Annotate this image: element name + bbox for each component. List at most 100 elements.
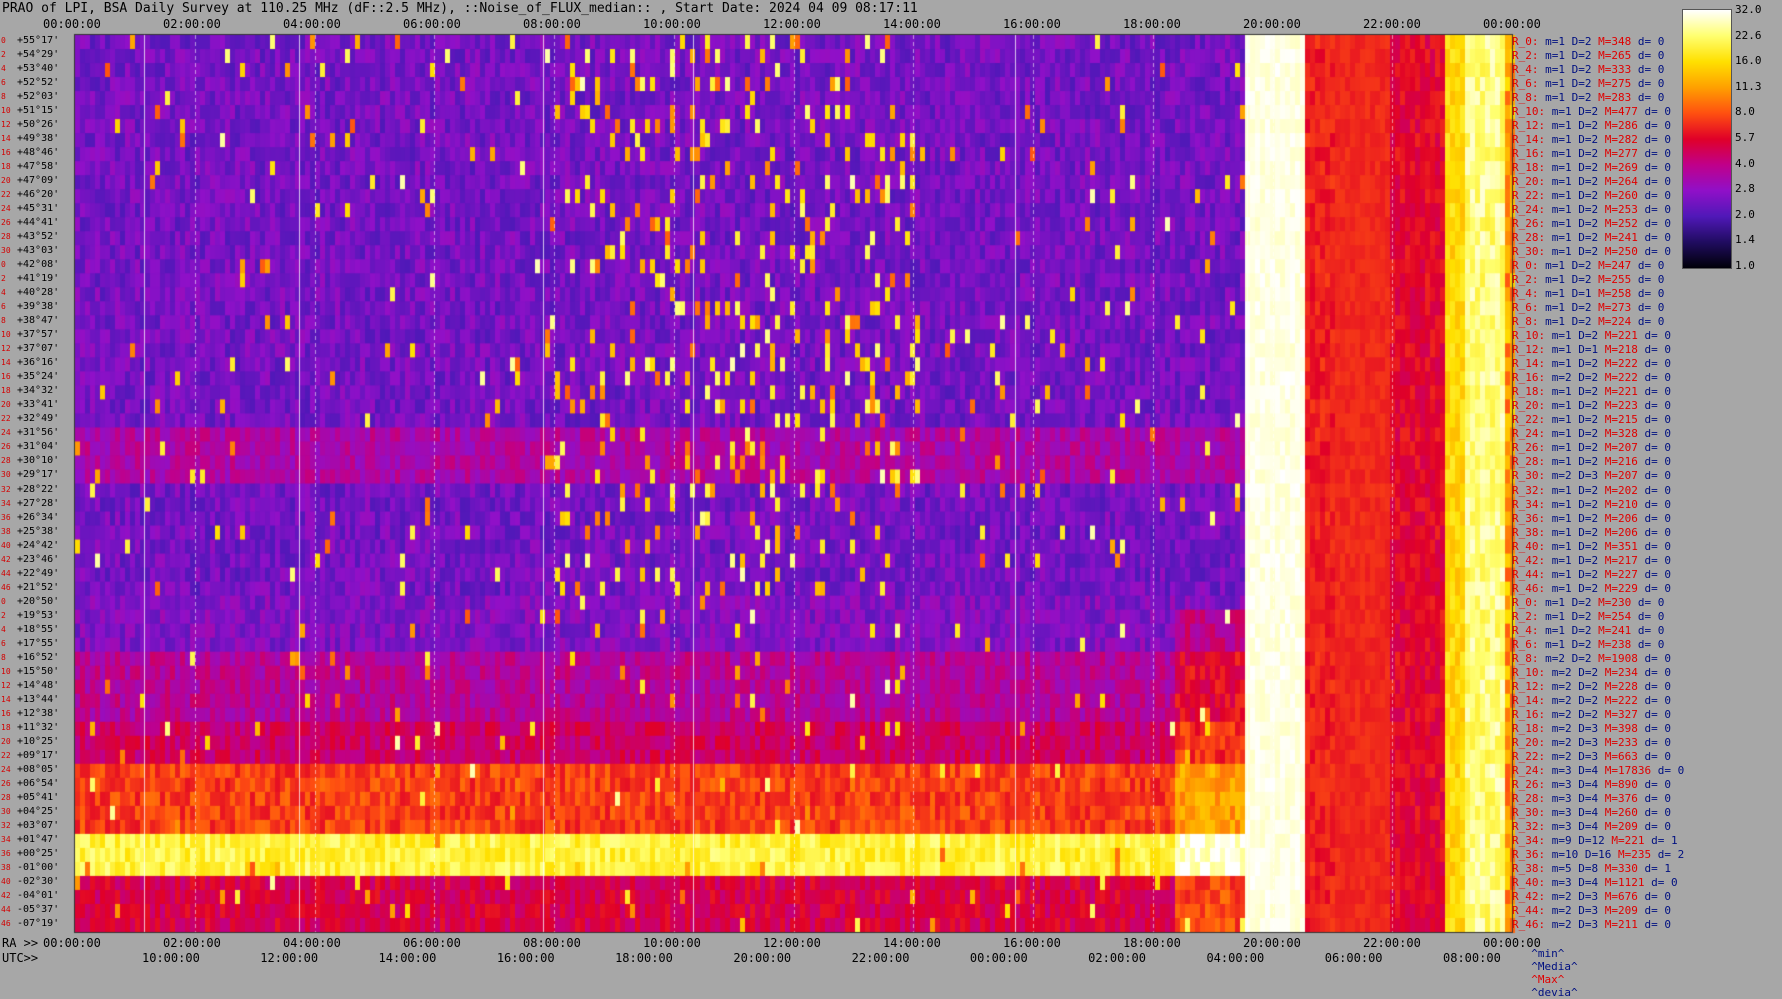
top-tick-label: 00:00:00 [1483,17,1541,31]
declination-label: +14°48' [17,679,60,691]
colorbar-tick: 1.0 [1735,259,1755,272]
row-index-label: 2 [1,50,6,60]
row-stat: R_12: m=1 D=1 M=218 d= 0 [1512,343,1671,357]
chart-title: PRAO of LPI, BSA Daily Survey at 110.25 … [2,1,918,16]
declination-label: -05°37' [17,903,60,915]
row-index-label: 4 [1,288,6,298]
declination-label: +53°40' [17,63,60,75]
row-stat: R_18: m=2 D=3 M=398 d= 0 [1512,721,1671,735]
row-stat: R_6: m=1 D=2 M=273 d= 0 [1512,301,1665,315]
row-stat: R_14: m=1 D=2 M=282 d= 0 [1512,133,1671,147]
row-stat: R_40: m=1 D=2 M=351 d= 0 [1512,539,1671,553]
declination-label: +03°07' [17,819,60,831]
declination-label: +10°25' [17,735,60,747]
row-stat: R_14: m=1 D=2 M=222 d= 0 [1512,357,1671,371]
top-tick-label: 00:00:00 [43,17,101,31]
row-index-label: 26 [1,218,11,228]
row-stat: R_24: m=3 D=4 M=17836 d= 0 [1512,763,1685,777]
row-index-label: 16 [1,708,11,718]
row-stat: R_26: m=3 D=4 M=890 d= 0 [1512,777,1671,791]
top-tick-label: 20:00:00 [1243,17,1301,31]
row-stat: R_12: m=1 D=2 M=286 d= 0 [1512,119,1671,133]
declination-label: +01°47' [17,833,60,845]
ra-tick-label: 10:00:00 [643,936,701,950]
row-stat: R_24: m=1 D=2 M=253 d= 0 [1512,203,1671,217]
row-stat: R_38: m=5 D=8 M=330 d= 1 [1512,861,1671,875]
row-index-label: 0 [1,36,6,45]
colorbar-tick: 4.0 [1735,156,1755,170]
declination-label: +44°41' [17,217,60,229]
declination-label: +15°50' [17,665,60,677]
utc-tick-label: 20:00:00 [733,951,792,965]
row-stat: R_18: m=1 D=2 M=269 d= 0 [1512,161,1671,175]
colorbar-tick: 16.0 [1735,54,1762,68]
row-stat: R_0: m=1 D=2 M=230 d= 0 [1512,595,1665,609]
row-stat: R_36: m=10 D=16 M=235 d= 2 [1512,847,1685,861]
row-stat: R_20: m=1 D=2 M=264 d= 0 [1512,175,1671,189]
colorbar-tick: 22.6 [1735,28,1762,42]
row-index-label: 20 [1,736,11,746]
row-stat: R_36: m=1 D=2 M=206 d= 0 [1512,511,1671,525]
row-stat: R_16: m=1 D=2 M=277 d= 0 [1512,147,1671,161]
ra-tick-label: 04:00:00 [283,936,341,950]
row-stat: R_16: m=2 D=2 M=222 d= 0 [1512,371,1671,385]
row-index-label: 36 [1,512,11,522]
declination-label: +19°53' [17,609,60,621]
legend-max: ^Max^ [1531,973,1565,986]
row-index-label: 8 [1,652,6,662]
declination-label: +20°50' [17,595,60,607]
row-stat: R_26: m=1 D=2 M=252 d= 0 [1512,217,1671,231]
legend-deviation: ^devia^ [1531,986,1578,999]
row-index-label: 6 [1,78,6,88]
row-index-label: 22 [1,414,11,424]
ra-tick-label: 12:00:00 [763,936,821,950]
utc-tick-label: 06:00:00 [1324,951,1383,965]
row-index-label: 30 [1,470,11,480]
row-index-label: 12 [1,680,11,690]
utc-tick-label: 02:00:00 [1088,951,1146,965]
row-index-label: 10 [1,106,11,116]
colorbar-tick: 5.7 [1735,131,1755,144]
utc-tick-label: 14:00:00 [378,951,437,965]
colorbar-tick: 1.4 [1735,233,1755,247]
row-index-label: 40 [1,876,11,886]
utc-tick-label: 18:00:00 [615,951,673,965]
row-stat: R_22: m=2 D=3 M=663 d= 0 [1512,749,1671,763]
row-stat: R_42: m=1 D=2 M=217 d= 0 [1512,553,1671,567]
row-index-label: 28 [1,456,11,466]
row-index-label: 42 [1,890,11,900]
row-stat: R_2: m=1 D=2 M=255 d= 0 [1512,273,1665,287]
declination-label: +34°32' [17,385,60,397]
declination-label: +38°47' [17,315,60,327]
declination-label: +47°09' [17,175,60,187]
row-stat: R_28: m=1 D=2 M=216 d= 0 [1512,455,1671,469]
row-index-label: 42 [1,554,11,564]
row-stat: R_46: m=1 D=2 M=229 d= 0 [1512,581,1671,595]
row-stat: R_44: m=2 D=3 M=209 d= 0 [1512,903,1671,917]
row-stat: R_42: m=2 D=3 M=676 d= 0 [1512,889,1671,903]
row-index-label: 8 [1,316,6,326]
row-index-label: 10 [1,330,11,340]
row-index-label: 28 [1,232,11,242]
row-index-label: 20 [1,176,11,186]
top-tick-label: 22:00:00 [1363,17,1421,31]
row-index-label: 2 [1,274,6,284]
row-stat: R_40: m=3 D=4 M=1121 d= 0 [1512,875,1678,889]
row-index-label: 24 [1,204,11,214]
declination-label: +11°32' [17,721,60,733]
row-index-label: 8 [1,92,6,102]
top-tick-label: 08:00:00 [523,17,581,31]
row-stat: R_18: m=1 D=2 M=221 d= 0 [1512,385,1671,399]
row-index-label: 20 [1,400,11,410]
row-stat: R_10: m=2 D=2 M=234 d= 0 [1512,665,1671,679]
colorbar-tick: 8.0 [1735,105,1755,119]
declination-label: +28°22' [17,483,60,495]
row-stat: R_26: m=1 D=2 M=207 d= 0 [1512,441,1671,455]
declination-label: +05°41' [17,791,60,803]
ra-tick-label: 08:00:00 [523,936,581,950]
row-index-label: 10 [1,666,11,676]
row-index-label: 0 [1,260,6,270]
row-stat: R_20: m=1 D=2 M=223 d= 0 [1512,399,1671,413]
row-stat: R_0: m=1 D=2 M=348 d= 0 [1512,35,1665,48]
row-stat: R_46: m=2 D=3 M=211 d= 0 [1512,917,1671,931]
